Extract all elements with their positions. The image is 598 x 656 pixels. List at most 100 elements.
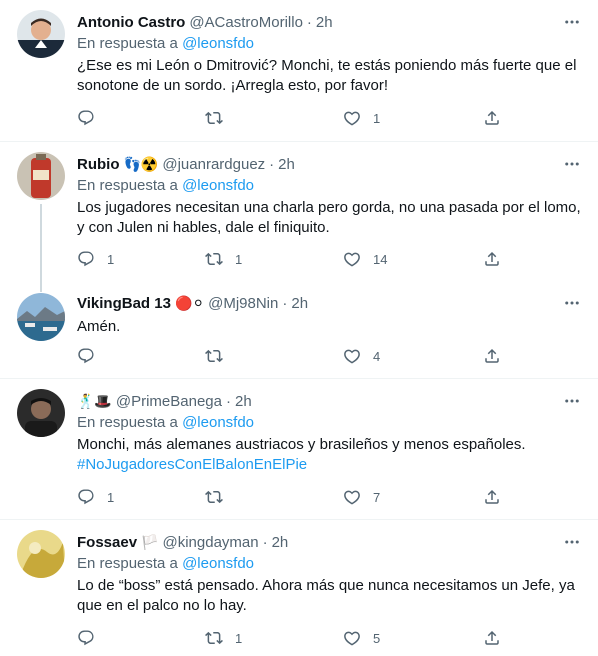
heart-icon [344,111,360,126]
retweet-button[interactable] [205,346,235,366]
timestamp[interactable]: 2h [272,534,289,551]
share-icon [485,251,499,266]
reply-icon [78,489,94,505]
retweet-button[interactable] [205,108,235,128]
avatar[interactable] [17,10,65,58]
share-button[interactable] [483,487,501,507]
avatar[interactable] [17,293,65,341]
share-icon [485,110,499,125]
user-handle[interactable]: @Mj98Nin [208,295,278,312]
user-handle[interactable]: @juanrardguez [162,156,265,173]
reply-count: 1 [107,489,115,505]
tweet-header: Antonio Castro @ACastroMorillo · 2h [77,12,582,32]
like-button[interactable]: 7 [343,487,380,507]
timestamp[interactable]: 2h [278,156,295,173]
tweet[interactable]: Rubio 👣☢️ @juanrardguez · 2h En respuest… [0,142,598,292]
heart-icon [344,349,360,364]
reply-icon [78,110,94,126]
avatar[interactable] [17,389,65,437]
reply-prefix: En respuesta a [77,414,178,431]
display-name[interactable]: Antonio Castro [77,14,185,31]
more-icon[interactable] [562,154,582,174]
share-button[interactable] [483,108,501,128]
avatar[interactable] [17,530,65,578]
share-button[interactable] [483,346,501,366]
timestamp[interactable]: 2h [316,14,333,31]
reply-count: 1 [107,251,115,267]
more-icon[interactable] [562,293,582,313]
tweet-actions: 1 7 [77,487,517,507]
retweet-button[interactable]: 1 [205,628,242,648]
tweet[interactable]: VikingBad 13 🔴⚪ @Mj98Nin · 2h Amén. 4 [0,283,598,378]
user-handle[interactable]: @kingdayman [162,534,258,551]
reply-button[interactable]: 1 [77,249,114,269]
tweet-text: Los jugadores necesitan una charla pero … [77,199,581,236]
display-name[interactable]: Fossaev [77,534,137,551]
like-count: 7 [373,489,381,505]
retweet-button[interactable] [205,487,235,507]
display-name[interactable]: Rubio [77,156,120,173]
reply-icon [78,630,94,646]
tweet[interactable]: Antonio Castro @ACastroMorillo · 2h En r… [0,0,598,141]
timestamp[interactable]: 2h [291,295,308,312]
tweet-text: ¿Ese es mi León o Dmitrović? Monchi, te … [77,57,577,94]
tweet-actions: 1 [77,108,517,128]
reply-button[interactable] [77,108,107,128]
more-icon[interactable] [562,391,582,411]
like-button[interactable]: 4 [343,346,380,366]
tweet[interactable]: 🕺🎩 @PrimeBanega · 2h En respuesta a @leo… [0,379,598,519]
more-icon[interactable] [562,532,582,552]
like-button[interactable]: 1 [343,108,380,128]
avatar[interactable] [17,152,65,200]
share-button[interactable] [483,249,501,269]
like-count: 1 [373,110,381,126]
name-emojis: 🔴⚪ [174,295,205,311]
separator-dot: · [306,13,312,31]
separator-dot: · [282,294,288,312]
share-icon [485,348,499,363]
retweet-icon [205,631,223,645]
retweet-icon [205,490,223,504]
tweet[interactable]: Fossaev 🏳️ @kingdayman · 2h En respuesta… [0,520,598,656]
reply-button[interactable] [77,628,107,648]
reply-mention-link[interactable]: @leonsfdo [182,414,254,431]
retweet-count: 1 [235,251,243,267]
tweet-header: 🕺🎩 @PrimeBanega · 2h [77,391,582,411]
retweet-icon [205,349,223,363]
name-emojis[interactable]: 🕺🎩 [77,394,112,408]
reply-mention-link[interactable]: @leonsfdo [182,555,254,572]
like-button[interactable]: 14 [343,249,387,269]
timestamp[interactable]: 2h [235,393,252,410]
tweet-text-body: Monchi, más alemanes austriacos y brasil… [77,436,526,453]
reply-mention-link[interactable]: @leonsfdo [182,35,254,52]
name-emojis: 👣☢️ [123,156,159,172]
display-name[interactable]: VikingBad 13 [77,295,171,312]
tweet-header: Fossaev 🏳️ @kingdayman · 2h [77,532,582,552]
separator-dot: · [269,155,275,173]
tweet-text: Lo de “boss” está pensado. Ahora más que… [77,577,575,614]
thread-line [40,204,42,292]
share-icon [485,489,499,504]
tweet-actions: 4 [77,346,517,366]
reply-prefix: En respuesta a [77,177,178,194]
reply-context: En respuesta a @leonsfdo [77,413,582,433]
more-icon[interactable] [562,12,582,32]
user-handle[interactable]: @PrimeBanega [116,393,222,410]
name-emojis: 🏳️ [141,534,159,550]
reply-button[interactable] [77,346,107,366]
like-button[interactable]: 5 [343,628,380,648]
reply-context: En respuesta a @leonsfdo [77,176,582,196]
reply-button[interactable]: 1 [77,487,114,507]
reply-context: En respuesta a @leonsfdo [77,34,582,54]
reply-mention-link[interactable]: @leonsfdo [182,177,254,194]
reply-prefix: En respuesta a [77,35,178,52]
retweet-count: 1 [235,630,243,646]
user-handle[interactable]: @ACastroMorillo [189,14,303,31]
share-button[interactable] [483,628,501,648]
like-count: 4 [373,348,381,364]
retweet-icon [205,111,223,125]
reply-icon [78,251,94,267]
tweet-actions: 1 5 [77,628,517,648]
retweet-button[interactable]: 1 [205,249,242,269]
hashtag-link[interactable]: #NoJugadoresConElBalonEnElPie [77,455,582,475]
